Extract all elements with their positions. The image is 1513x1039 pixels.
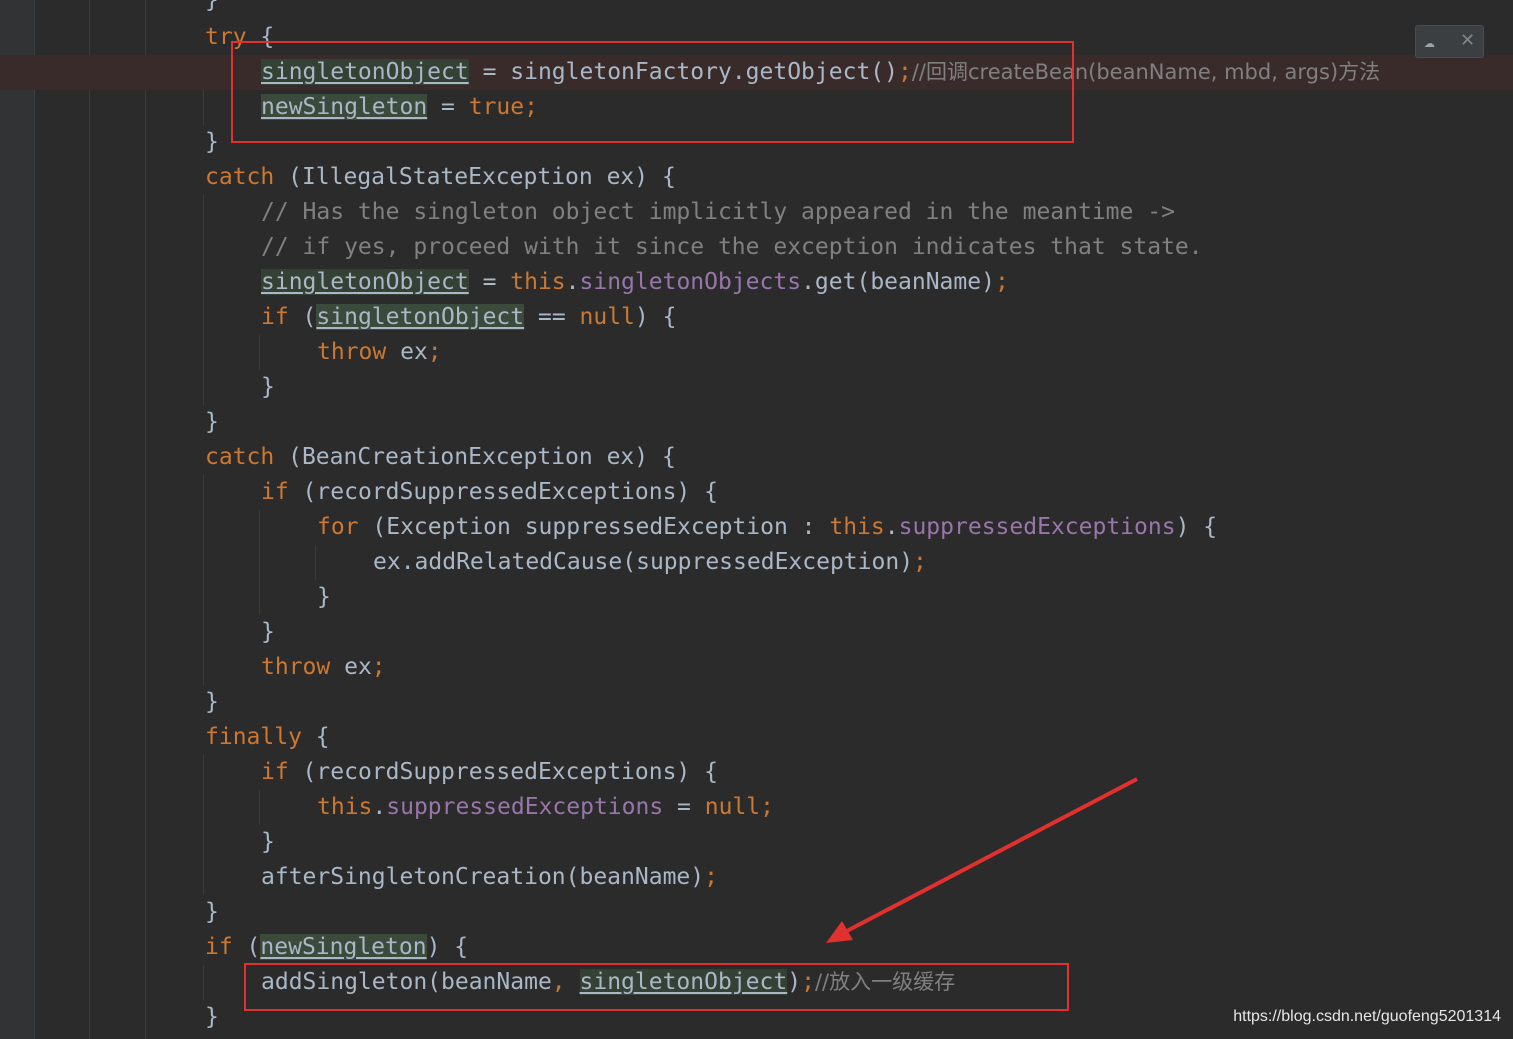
close-icon[interactable]: ✕ — [1460, 31, 1475, 51]
notification-popup[interactable]: ☁ ✕ — [1415, 25, 1484, 58]
plugin-icon: ☁ — [1424, 31, 1435, 52]
arrow-shaft — [844, 777, 1138, 934]
annotation-arrow — [826, 777, 1138, 943]
watermark: https://blog.csdn.net/guofeng5201314 — [1233, 1008, 1501, 1025]
